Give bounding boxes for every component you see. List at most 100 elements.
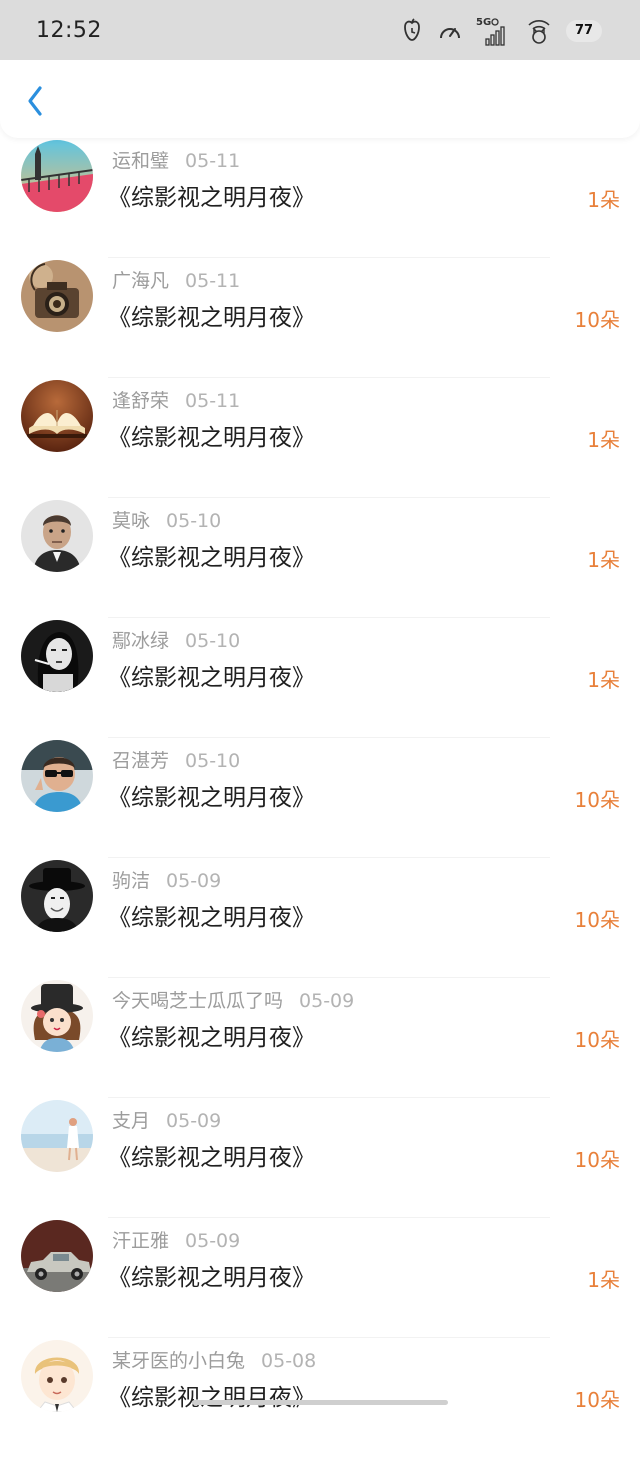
gift-date: 05-10: [185, 630, 241, 652]
list-item[interactable]: 某牙医的小白兔 05-08 《综影视之明月夜》 10朵: [0, 1338, 640, 1458]
status-time: 12:52: [36, 18, 102, 43]
book-title[interactable]: 《综影视之明月夜》: [108, 538, 315, 572]
list-item[interactable]: 汗正雅 05-09 《综影视之明月夜》 1朵: [0, 1218, 640, 1338]
list-item[interactable]: 驹洁 05-09 《综影视之明月夜》 10朵: [0, 858, 640, 978]
status-icons: 5G 77: [400, 14, 602, 48]
gift-date: 05-11: [185, 150, 241, 172]
flower-count: 1朵: [587, 1268, 620, 1292]
gift-list: 运和璧 05-11 《综影视之明月夜》 1朵 广海凡 05-11 《综影视之明月夜》…: [0, 138, 640, 1458]
kid-sunglasses-avatar-image: [21, 740, 93, 812]
battery-indicator: 77: [566, 20, 602, 42]
signal-5g-icon: 5G: [476, 17, 505, 46]
gift-meta: 汗正雅 05-09: [112, 1226, 240, 1253]
book-title[interactable]: 《综影视之明月夜》: [108, 178, 315, 212]
avatar[interactable]: [21, 860, 93, 932]
user-name: 莫咏: [112, 510, 151, 532]
status-bar: 12:52 5G 77: [0, 0, 640, 60]
man-portrait-avatar-image: [21, 500, 93, 572]
list-item[interactable]: 今天喝芝士瓜瓜了吗 05-09 《综影视之明月夜》 10朵: [0, 978, 640, 1098]
home-indicator[interactable]: [192, 1400, 448, 1405]
city-bridge-avatar-image: [21, 140, 93, 212]
user-name: 召湛芳: [112, 750, 170, 772]
network-label: 5G: [476, 17, 491, 28]
user-name: 支月: [112, 1110, 151, 1132]
book-title[interactable]: 《综影视之明月夜》: [108, 1378, 315, 1412]
gift-date: 05-10: [166, 510, 222, 532]
open-book-avatar-image: [21, 380, 93, 452]
gift-meta: 逢舒荣 05-11: [112, 386, 240, 413]
gift-meta: 鄢冰绿 05-10: [112, 626, 240, 653]
flower-count: 10朵: [574, 1028, 620, 1052]
gift-meta: 某牙医的小白兔 05-08: [112, 1346, 316, 1373]
beach-girl-avatar-image: [21, 1100, 93, 1172]
flower-count: 10朵: [574, 908, 620, 932]
gift-date: 05-08: [261, 1350, 317, 1372]
nav-bar: [0, 58, 640, 138]
avatar[interactable]: [21, 500, 93, 572]
speedometer-icon: [440, 28, 460, 39]
user-name: 今天喝芝士瓜瓜了吗: [112, 990, 284, 1012]
avatar[interactable]: [21, 380, 93, 452]
user-name: 某牙医的小白兔: [112, 1350, 246, 1372]
masked-hat-avatar-image: [21, 860, 93, 932]
avatar[interactable]: [21, 980, 93, 1052]
flower-count: 10朵: [574, 1148, 620, 1172]
avatar[interactable]: [21, 1100, 93, 1172]
flower-count: 10朵: [574, 1388, 620, 1412]
list-item[interactable]: 支月 05-09 《综影视之明月夜》 10朵: [0, 1098, 640, 1218]
user-name: 逢舒荣: [112, 390, 170, 412]
flower-count: 10朵: [574, 788, 620, 812]
chevron-left-icon: [28, 86, 42, 116]
flower-count: 1朵: [587, 188, 620, 212]
book-title[interactable]: 《综影视之明月夜》: [108, 1258, 315, 1292]
gift-date: 05-11: [185, 270, 241, 292]
avatar[interactable]: [21, 1220, 93, 1292]
flower-count: 1朵: [587, 548, 620, 572]
gift-date: 05-09: [185, 1230, 241, 1252]
list-item[interactable]: 莫咏 05-10 《综影视之明月夜》 1朵: [0, 498, 640, 618]
book-title[interactable]: 《综影视之明月夜》: [108, 298, 315, 332]
back-button[interactable]: [14, 78, 54, 118]
user-name: 鄢冰绿: [112, 630, 170, 652]
flower-count: 1朵: [587, 428, 620, 452]
gift-meta: 广海凡 05-11: [112, 266, 240, 293]
book-title[interactable]: 《综影视之明月夜》: [108, 898, 315, 932]
avatar[interactable]: [21, 260, 93, 332]
user-name: 广海凡: [112, 270, 170, 292]
gift-date: 05-11: [185, 390, 241, 412]
woman-bw-avatar-image: [21, 620, 93, 692]
gift-meta: 莫咏 05-10: [112, 506, 221, 533]
gift-date: 05-09: [299, 990, 355, 1012]
gift-meta: 支月 05-09: [112, 1106, 221, 1133]
book-title[interactable]: 《综影视之明月夜》: [108, 778, 315, 812]
avatar[interactable]: [21, 620, 93, 692]
avatar[interactable]: [21, 140, 93, 212]
list-item[interactable]: 召湛芳 05-10 《综影视之明月夜》 10朵: [0, 738, 640, 858]
avatar[interactable]: [21, 1340, 93, 1412]
vintage-camera-avatar-image: [21, 260, 93, 332]
flower-count: 10朵: [574, 308, 620, 332]
gift-meta: 召湛芳 05-10: [112, 746, 240, 773]
wifi-cat-icon: [528, 20, 550, 44]
user-name: 驹洁: [112, 870, 151, 892]
list-item[interactable]: 广海凡 05-11 《综影视之明月夜》 10朵: [0, 258, 640, 378]
avatar[interactable]: [21, 740, 93, 812]
book-title[interactable]: 《综影视之明月夜》: [108, 1018, 315, 1052]
book-title[interactable]: 《综影视之明月夜》: [108, 418, 315, 452]
book-title[interactable]: 《综影视之明月夜》: [108, 658, 315, 692]
gift-meta: 运和璧 05-11: [112, 146, 240, 173]
cartoon-boy-avatar-image: [21, 1340, 93, 1412]
vintage-car-avatar-image: [21, 1220, 93, 1292]
list-item[interactable]: 鄢冰绿 05-10 《综影视之明月夜》 1朵: [0, 618, 640, 738]
flower-count: 1朵: [587, 668, 620, 692]
book-title[interactable]: 《综影视之明月夜》: [108, 1138, 315, 1172]
user-name: 汗正雅: [112, 1230, 170, 1252]
list-item[interactable]: 逢舒荣 05-11 《综影视之明月夜》 1朵: [0, 378, 640, 498]
gift-date: 05-09: [166, 870, 222, 892]
gift-date: 05-10: [185, 750, 241, 772]
cartoon-girl-hat-avatar-image: [21, 980, 93, 1052]
gift-meta: 今天喝芝士瓜瓜了吗 05-09: [112, 986, 354, 1013]
gift-meta: 驹洁 05-09: [112, 866, 221, 893]
list-item[interactable]: 运和璧 05-11 《综影视之明月夜》 1朵: [0, 138, 640, 258]
alarm-apple-icon: [404, 18, 420, 41]
